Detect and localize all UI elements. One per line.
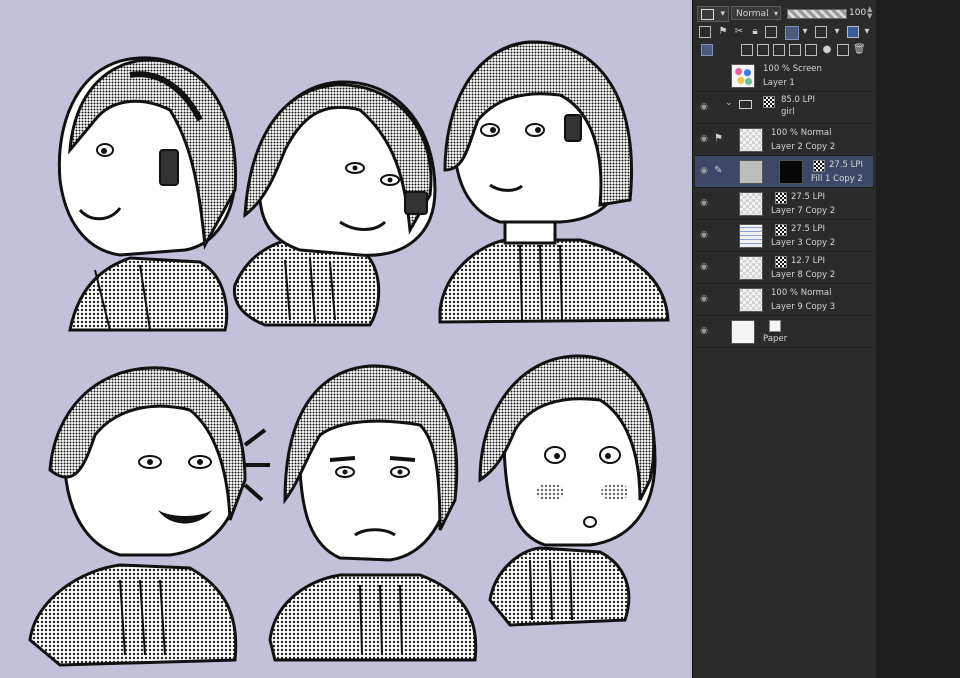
portrait-1: [57, 56, 238, 332]
layer-mode-label: 85.0 LPI: [781, 95, 815, 105]
new-vector-layer-icon[interactable]: [757, 44, 769, 56]
new-raster-layer-icon[interactable]: [741, 44, 753, 56]
illustration: [28, 40, 670, 667]
lock-transparency-icon[interactable]: [765, 26, 777, 38]
side-panel: [876, 0, 960, 678]
layer-thumbnail: [739, 128, 763, 152]
chevron-down-icon[interactable]: ▾: [799, 26, 811, 38]
layer-row[interactable]: ◉ 27.5 LPI Layer 7 Copy 2: [695, 188, 873, 220]
lock-icon[interactable]: 🔒︎: [749, 26, 761, 38]
layer-property-bar: ▾ Normal ▾ 100 ▲ ▼: [697, 4, 873, 22]
paper-icon: [769, 320, 781, 332]
eye-icon[interactable]: ◉: [698, 134, 710, 144]
transfer-down-icon[interactable]: [789, 44, 801, 56]
portrait-3: [438, 40, 670, 324]
tone-icon: [775, 256, 787, 268]
layer-toolbar-1: ⚑ ✂ 🔒︎ ▾ ▾ ▾: [697, 24, 873, 40]
layer-mode-label: 100 % Normal: [771, 288, 832, 298]
opacity-spinner-icon[interactable]: ▲ ▼: [867, 6, 872, 20]
tone-icon: [763, 96, 775, 108]
layer-name: Layer 3 Copy 2: [771, 238, 836, 248]
trash-icon[interactable]: 🗑︎: [853, 44, 866, 56]
layer-row-folder[interactable]: ◉ ⌄ 85.0 LPI girl: [695, 92, 873, 124]
app-window: ▾ Normal ▾ 100 ▲ ▼ ⚑ ✂ 🔒︎ ▾ ▾ ▾ ● 🗑︎ 100…: [0, 0, 960, 678]
layer-thumbnail: [739, 256, 763, 280]
mask-thumbnail[interactable]: [779, 160, 803, 184]
tone-icon: [775, 192, 787, 204]
reference-layer-icon: ⚑: [714, 133, 723, 144]
opacity-slider[interactable]: [787, 9, 847, 19]
layer-mode-label: 27.5 LPI: [791, 224, 825, 234]
layer-mode-label: 100 % Screen: [763, 64, 822, 74]
chevron-down-icon[interactable]: ▾: [861, 26, 873, 38]
layer-panel: ▾ Normal ▾ 100 ▲ ▼ ⚑ ✂ 🔒︎ ▾ ▾ ▾ ● 🗑︎ 100…: [692, 0, 877, 678]
layer-toolbar-2: ● 🗑︎: [697, 41, 873, 59]
eye-icon[interactable]: ◉: [698, 262, 710, 272]
layer-row[interactable]: ◉ 27.5 LPI Layer 3 Copy 2: [695, 220, 873, 252]
eye-icon[interactable]: ◉: [698, 166, 710, 176]
eye-icon[interactable]: ◉: [698, 102, 710, 112]
layer-name: Paper: [763, 334, 788, 344]
layer-view-icon[interactable]: [701, 44, 713, 56]
layer-mode-label: 12.7 LPI: [791, 256, 825, 266]
folder-icon: [739, 100, 752, 109]
eye-icon[interactable]: ◉: [698, 294, 710, 304]
layer-name: Layer 8 Copy 2: [771, 270, 836, 280]
pen-icon: ✎: [714, 165, 723, 176]
opacity-value[interactable]: 100: [849, 6, 866, 20]
layer-row[interactable]: ◉ 100 % Normal Layer 9 Copy 3: [695, 284, 873, 316]
layer-thumbnail: [739, 288, 763, 312]
layer-mode-icon: [701, 9, 714, 20]
portrait-6: [478, 354, 657, 627]
mask-icon[interactable]: [785, 26, 799, 40]
mask-create-icon[interactable]: ●: [821, 44, 833, 56]
layer-row-paper[interactable]: ◉ Paper: [695, 316, 873, 348]
layer-mode-dropdown[interactable]: ▾: [697, 6, 729, 22]
layer-thumbnail: [731, 320, 755, 344]
blend-mode-value: Normal: [736, 9, 769, 19]
layer-color-icon[interactable]: [847, 26, 859, 38]
portrait-2: [232, 80, 437, 327]
eye-icon[interactable]: ◉: [698, 198, 710, 208]
apply-mask-icon[interactable]: [837, 44, 849, 56]
layer-thumbnail: [739, 160, 763, 184]
merge-down-icon[interactable]: [805, 44, 817, 56]
chevron-down-icon: ▾: [773, 9, 778, 18]
layer-name: girl: [781, 107, 795, 117]
chevron-down-icon[interactable]: ▾: [831, 26, 843, 38]
tone-icon: [813, 160, 825, 172]
layer-row-active[interactable]: ◉ ✎ 27.5 LPI Fill 1 Copy 2: [695, 156, 873, 188]
layer-list: 100 % Screen Layer 1 ◉ ⌄ 85.0 LPI girl ◉…: [695, 60, 873, 348]
layer-row[interactable]: ◉ 12.7 LPI Layer 8 Copy 2: [695, 252, 873, 284]
portrait-4: [28, 366, 270, 667]
layer-name: Layer 1: [763, 78, 795, 88]
layer-thumbnail: [739, 192, 763, 216]
layer-row[interactable]: 100 % Screen Layer 1: [695, 60, 873, 92]
ruler-icon[interactable]: ✂: [733, 26, 745, 38]
layer-mode-label: 27.5 LPI: [829, 160, 863, 170]
portrait-5: [268, 364, 478, 662]
lock-column[interactable]: [714, 70, 724, 80]
tone-icon: [775, 224, 787, 236]
reference-icon[interactable]: ⚑: [717, 26, 729, 38]
layer-mode-label: 27.5 LPI: [791, 192, 825, 202]
palette-icon[interactable]: [815, 26, 827, 38]
eye-icon[interactable]: ◉: [698, 326, 710, 336]
layer-thumbnail: [731, 64, 755, 88]
eye-icon[interactable]: ◉: [698, 230, 710, 240]
drawing-canvas[interactable]: [0, 0, 692, 678]
layer-name: Fill 1 Copy 2: [811, 174, 863, 184]
layer-name: Layer 9 Copy 3: [771, 302, 836, 312]
layer-thumbnail: [739, 224, 763, 248]
layer-mode-label: 100 % Normal: [771, 128, 832, 138]
new-folder-icon[interactable]: [773, 44, 785, 56]
layer-name: Layer 2 Copy 2: [771, 142, 836, 152]
chevron-down-icon: ▾: [720, 9, 725, 19]
chevron-down-icon[interactable]: ⌄: [725, 98, 733, 108]
layer-name: Layer 7 Copy 2: [771, 206, 836, 216]
blend-mode-dropdown[interactable]: Normal ▾: [731, 6, 781, 20]
clip-icon[interactable]: [699, 26, 711, 38]
layer-row[interactable]: ◉ ⚑ 100 % Normal Layer 2 Copy 2: [695, 124, 873, 156]
